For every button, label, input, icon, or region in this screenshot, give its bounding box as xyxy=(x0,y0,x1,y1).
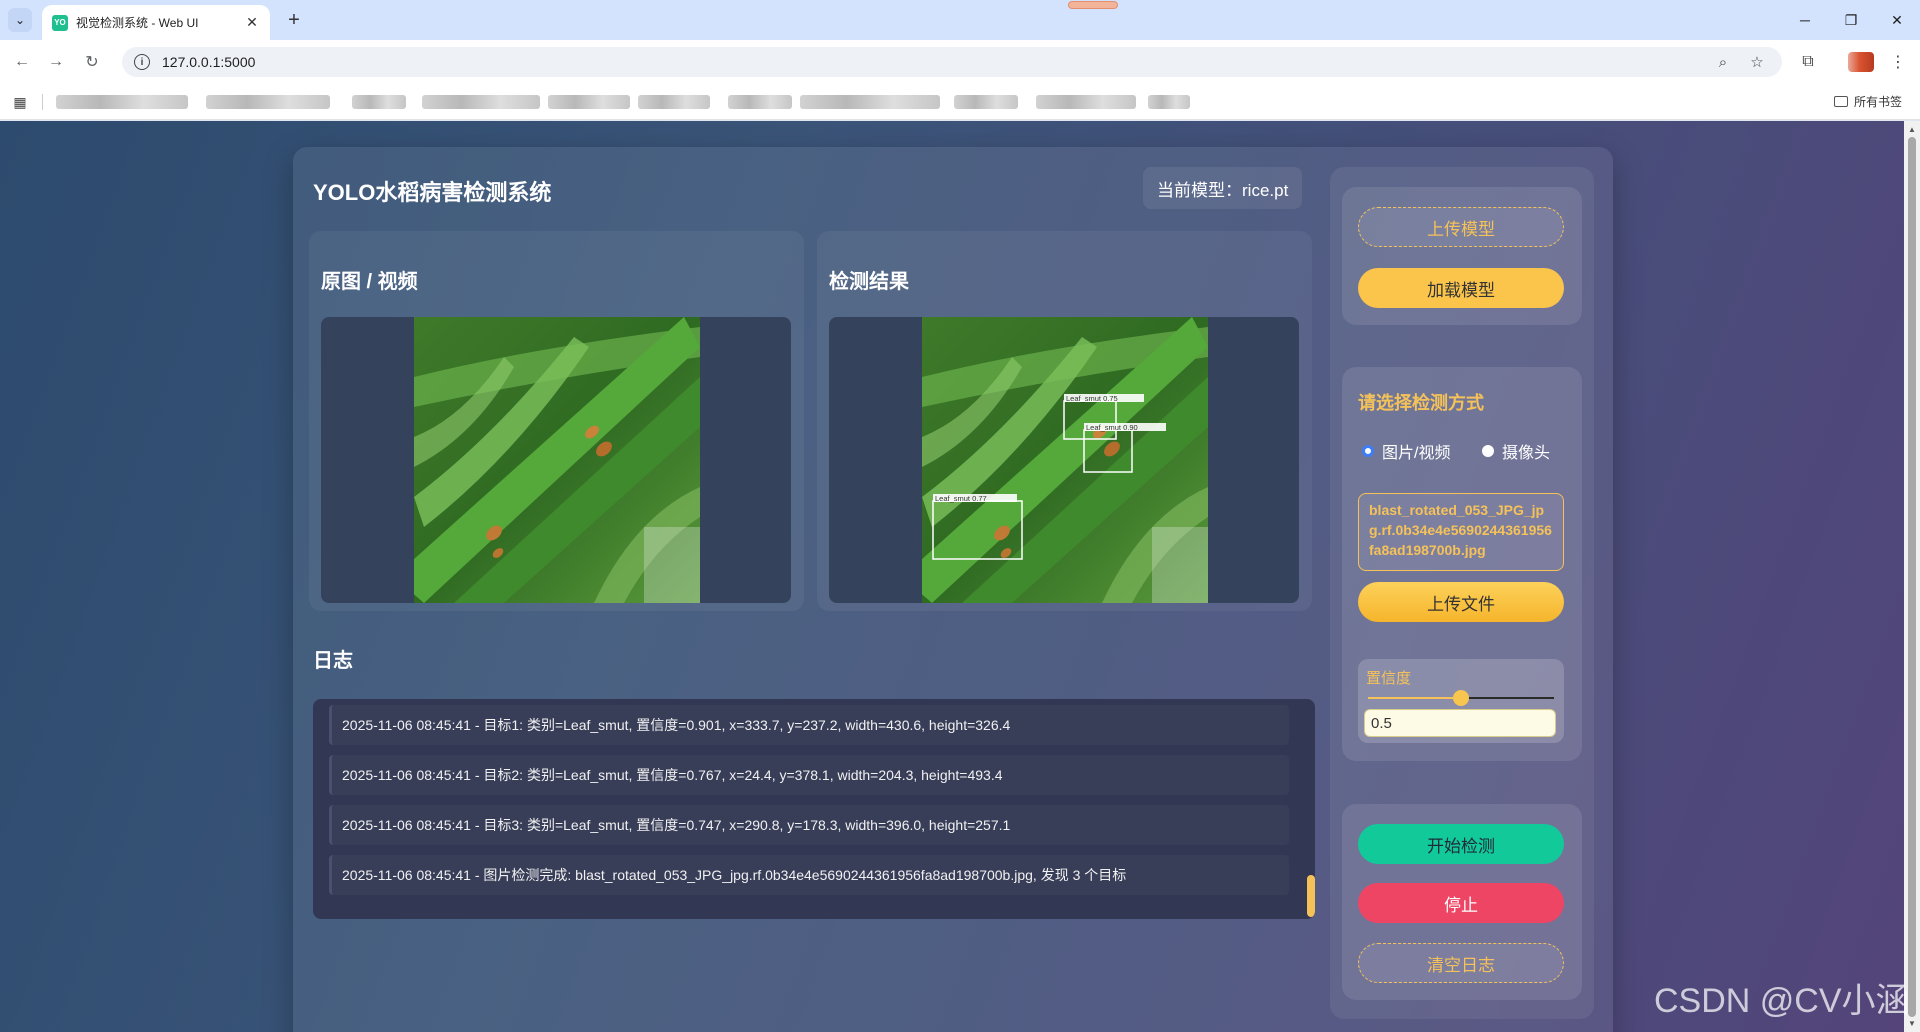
browser-tab[interactable]: YO 视觉检测系统 - Web UI ✕ xyxy=(42,5,270,40)
chevron-down-icon: ⌄ xyxy=(14,13,26,27)
original-panel-title: 原图 / 视频 xyxy=(321,271,418,293)
tab-title: 视觉检测系统 - Web UI xyxy=(76,16,199,30)
result-rice-image: Leaf_smut 0.75 Leaf_smut 0.90 Leaf_smut … xyxy=(922,317,1208,603)
log-panel[interactable]: 2025-11-06 08:45:41 - 目标1: 类别=Leaf_smut,… xyxy=(313,699,1315,919)
minimize-icon[interactable]: ─ xyxy=(1790,8,1820,32)
site-info-icon[interactable]: i xyxy=(134,54,150,70)
confidence-label: 置信度 xyxy=(1366,670,1412,687)
bookmarks-divider xyxy=(42,94,43,110)
result-panel-title: 检测结果 xyxy=(829,271,909,293)
all-bookmarks-label: 所有书签 xyxy=(1854,95,1903,109)
log-entry: 2025-11-06 08:45:41 - 目标1: 类别=Leaf_smut,… xyxy=(329,705,1289,745)
action-card: 开始检测 停止 清空日志 xyxy=(1342,804,1582,1000)
page-viewport: YOLO水稻病害检测系统 当前模型：rice.pt 原图 / 视频 检测结果 L… xyxy=(0,121,1920,1032)
bookmark-item[interactable] xyxy=(728,95,792,109)
current-model-badge: 当前模型：rice.pt xyxy=(1143,167,1303,209)
bookmark-item[interactable] xyxy=(206,95,330,109)
bookmark-item[interactable] xyxy=(1148,95,1190,109)
original-image-panel: 原图 / 视频 xyxy=(309,231,804,611)
watermark: CSDN @CV小涵 xyxy=(1654,982,1910,1020)
original-image-frame xyxy=(321,317,791,603)
log-entry: 2025-11-06 08:45:41 - 图片检测完成: blast_rota… xyxy=(329,855,1289,895)
radio-checked-icon xyxy=(1362,445,1374,457)
confidence-slider[interactable] xyxy=(1368,690,1554,706)
bookmark-item[interactable] xyxy=(56,95,188,109)
window-drag-handle[interactable] xyxy=(1068,1,1118,9)
close-window-icon[interactable]: ✕ xyxy=(1882,8,1912,32)
clear-log-button[interactable]: 清空日志 xyxy=(1358,943,1564,983)
upload-file-button[interactable]: 上传文件 xyxy=(1358,582,1564,622)
log-title: 日志 xyxy=(313,650,353,672)
forward-arrow-icon[interactable]: → xyxy=(44,50,68,74)
detection-label-1: Leaf_smut 0.75 xyxy=(1066,394,1118,403)
radio-camera[interactable]: 摄像头 xyxy=(1482,439,1550,463)
confidence-control: 置信度 0.5 xyxy=(1358,659,1564,743)
detection-label-3: Leaf_smut 0.77 xyxy=(935,494,987,503)
bookmark-item[interactable] xyxy=(954,95,1018,109)
model-card: 上传模型 加载模型 xyxy=(1342,187,1582,325)
confidence-slider-fill xyxy=(1368,697,1461,699)
close-icon[interactable]: ✕ xyxy=(244,14,260,31)
address-bar[interactable]: i 127.0.0.1:5000 ⌕ ☆ xyxy=(122,47,1782,77)
log-entry: 2025-11-06 08:45:41 - 目标3: 类别=Leaf_smut,… xyxy=(329,805,1289,845)
apps-grid-icon[interactable]: ▦ xyxy=(12,94,28,110)
browser-tab-bar: ⌄ YO 视觉检测系统 - Web UI ✕ + ─ ❐ ✕ xyxy=(0,0,1920,40)
upload-model-button[interactable]: 上传模型 xyxy=(1358,207,1564,247)
restore-icon[interactable]: ❐ xyxy=(1836,8,1866,32)
detection-mode-title: 请选择检测方式 xyxy=(1358,393,1484,413)
back-arrow-icon[interactable]: ← xyxy=(10,50,34,74)
bookmark-item[interactable] xyxy=(638,95,710,109)
result-image-frame: Leaf_smut 0.75 Leaf_smut 0.90 Leaf_smut … xyxy=(829,317,1299,603)
folder-icon xyxy=(1834,96,1848,107)
bookmark-item[interactable] xyxy=(422,95,540,109)
detection-result-panel: 检测结果 Leaf_smut 0.75 Leaf_smut 0.90 Leaf_… xyxy=(817,231,1312,611)
extensions-icon[interactable]: ⧉ xyxy=(1796,50,1820,74)
star-icon[interactable]: ☆ xyxy=(1746,51,1768,73)
radio-camera-label: 摄像头 xyxy=(1502,445,1551,462)
log-scrollbar-thumb[interactable] xyxy=(1307,875,1315,917)
address-url: 127.0.0.1:5000 xyxy=(162,54,256,70)
confidence-input[interactable]: 0.5 xyxy=(1364,709,1556,737)
confidence-slider-handle[interactable] xyxy=(1453,690,1469,706)
zoom-icon[interactable]: ⌕ xyxy=(1712,51,1734,73)
log-entry: 2025-11-06 08:45:41 - 目标2: 类别=Leaf_smut,… xyxy=(329,755,1289,795)
reload-icon[interactable]: ↻ xyxy=(80,50,104,74)
page-title: YOLO水稻病害检测系统 xyxy=(313,180,552,205)
bookmark-item[interactable] xyxy=(548,95,630,109)
radio-image-video-label: 图片/视频 xyxy=(1382,445,1451,462)
radio-unchecked-icon xyxy=(1482,445,1494,457)
load-model-button[interactable]: 加载模型 xyxy=(1358,268,1564,308)
menu-kebab-icon[interactable]: ⋮ xyxy=(1886,50,1910,74)
detection-label-2: Leaf_smut 0.90 xyxy=(1086,423,1138,432)
new-tab-button[interactable]: + xyxy=(282,8,306,32)
favicon-icon: YO xyxy=(52,14,68,31)
bookmarks-bar: ▦ 所有书签 xyxy=(0,84,1920,120)
bookmark-item[interactable] xyxy=(1036,95,1136,109)
bookmark-item[interactable] xyxy=(800,95,940,109)
stop-button[interactable]: 停止 xyxy=(1358,883,1564,923)
page-scrollbar[interactable]: ▲ ▼ xyxy=(1904,121,1920,1032)
tab-search-button[interactable]: ⌄ xyxy=(8,8,32,32)
scroll-up-icon[interactable]: ▲ xyxy=(1908,125,1916,134)
all-bookmarks-button[interactable]: 所有书签 xyxy=(1834,93,1902,110)
control-sidebar: 上传模型 加载模型 请选择检测方式 图片/视频 摄像头 blast_rotate… xyxy=(1330,167,1594,1019)
original-rice-image xyxy=(414,317,700,603)
profile-avatar[interactable] xyxy=(1848,52,1874,72)
detection-mode-card: 请选择检测方式 图片/视频 摄像头 blast_rotated_053_JPG_… xyxy=(1342,367,1582,761)
page-scrollbar-thumb[interactable] xyxy=(1908,137,1916,1017)
selected-file-name: blast_rotated_053_JPG_jpg.rf.0b34e4e5690… xyxy=(1358,493,1564,571)
radio-image-video[interactable]: 图片/视频 xyxy=(1362,439,1450,463)
start-detect-button[interactable]: 开始检测 xyxy=(1358,824,1564,864)
bookmark-item[interactable] xyxy=(352,95,406,109)
browser-toolbar: ← → ↻ i 127.0.0.1:5000 ⌕ ☆ ⧉ ⋮ xyxy=(0,40,1920,84)
